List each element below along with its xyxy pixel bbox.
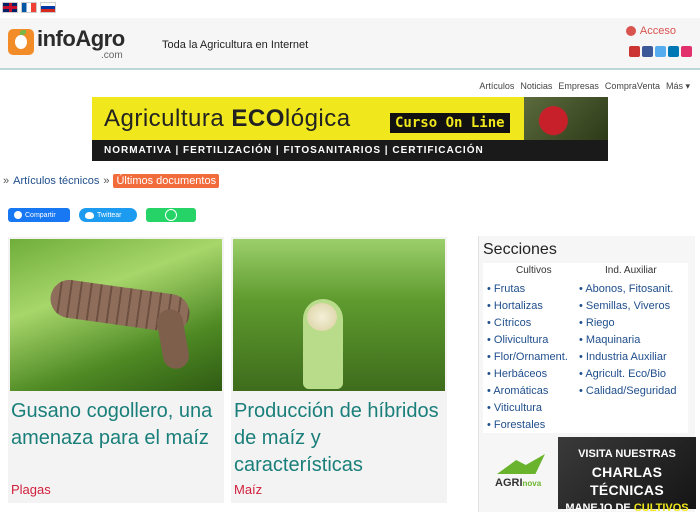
charlas-line-1: VISITA NUESTRAS [578,448,676,460]
charlas-banner[interactable]: VISITA NUESTRAS CHARLAS TÉCNICAS MANEJO … [558,437,696,512]
section-link[interactable]: Aromáticas [487,383,568,400]
site-logo[interactable]: infoAgro .com [8,26,125,61]
twitter-icon[interactable] [655,46,666,57]
section-link[interactable]: Cítricos [487,315,568,332]
section-link[interactable]: Riego [579,315,676,332]
login-link[interactable]: Acceso [625,25,676,37]
cultivos-header: Cultivos [516,265,552,276]
article-category[interactable]: Plagas [11,482,51,497]
section-link[interactable]: Flor/Ornament. [487,349,568,366]
site-tagline: Toda la Agricultura en Internet [162,39,309,51]
nav-item-compraventa[interactable]: CompraVenta [605,81,660,92]
article-card[interactable]: Producción de híbridos de maíz y caracte… [231,237,447,503]
youtube-icon[interactable] [629,46,640,57]
charlas-line-2: CHARLAS TÉCNICAS [590,464,664,498]
facebook-icon [14,211,22,219]
sections-title: Secciones [483,241,557,258]
nav-item-empresas[interactable]: Empresas [558,81,599,92]
breadcrumb-prefix: » [3,175,10,187]
article-title[interactable]: Gusano cogollero, una amenaza para el ma… [11,398,221,452]
agrinova-logo[interactable]: AGRInova [493,454,551,494]
brand-name: infoAgro [37,26,125,51]
section-link[interactable]: Herbáceos [487,366,568,383]
facebook-share-button[interactable]: Compartir [8,208,70,222]
language-selector [2,2,56,14]
nav-item-noticias[interactable]: Noticias [520,81,552,92]
logo-icon [8,29,34,55]
main-nav: Artículos Noticias Empresas CompraVenta … [479,81,690,92]
login-label: Acceso [639,25,676,37]
article-title[interactable]: Producción de híbridos de maíz y caracte… [234,398,444,479]
section-link[interactable]: Semillas, Viveros [579,298,676,315]
banner-image [524,97,608,140]
article-card[interactable]: Gusano cogollero, una amenaza para el ma… [8,237,224,503]
course-banner[interactable]: Agricultura ECOlógica Curso On Line NORM… [92,97,608,161]
banner-topics: NORMATIVA | FERTILIZACIÓN | FITOSANITARI… [92,140,608,161]
brand-suffix: .com [100,50,123,61]
section-link[interactable]: Forestales [487,417,568,434]
sidebar: Secciones Cultivos Ind. Auxiliar Frutas … [478,236,696,512]
facebook-share-label: Compartir [25,211,56,219]
auxiliar-list: Abonos, Fitosanit. Semillas, Viveros Rie… [579,281,676,400]
twitter-share-button[interactable]: Twittear [79,208,137,222]
section-link[interactable]: Frutas [487,281,568,298]
share-buttons: Compartir Twittear [8,208,196,222]
twitter-share-label: Twittear [97,211,122,219]
breadcrumb: » Artículos técnicos » Últimos documento… [3,174,220,188]
uk-flag-icon[interactable] [2,2,18,13]
breadcrumb-current: Últimos documentos [113,174,220,188]
instagram-icon[interactable] [681,46,692,57]
article-image[interactable] [10,239,222,391]
section-link[interactable]: Calidad/Seguridad [579,383,677,400]
section-link[interactable]: Viticultura [487,400,568,417]
charlas-line-3: MANEJO DE CULTIVOS [565,502,689,512]
whatsapp-icon [165,209,177,221]
section-link[interactable]: Abonos, Fitosanit. [579,281,676,298]
section-link[interactable]: Hortalizas [487,298,568,315]
banner-title: Agricultura ECOlógica [104,105,351,132]
section-link[interactable]: Industria Auxiliar [579,349,676,366]
sections-box: Cultivos Ind. Auxiliar Frutas Hortalizas… [483,263,688,433]
twitter-icon [85,211,94,219]
site-header: infoAgro .com Toda la Agricultura en Int… [0,18,700,70]
agrinova-leaf-icon [497,454,545,474]
social-links [629,46,692,57]
breadcrumb-separator: » [103,175,110,187]
user-icon [625,26,636,36]
cultivos-list: Frutas Hortalizas Cítricos Olivicultura … [487,281,568,434]
france-flag-icon[interactable] [21,2,37,13]
article-image[interactable] [233,239,445,391]
breadcrumb-link[interactable]: Artículos técnicos [13,175,99,187]
russia-flag-icon[interactable] [40,2,56,13]
section-link[interactable]: Maquinaria [579,332,676,349]
linkedin-icon[interactable] [668,46,679,57]
section-link[interactable]: Olivicultura [487,332,568,349]
nav-item-mas[interactable]: Más ▾ [666,81,690,92]
auxiliar-header: Ind. Auxiliar [605,265,657,276]
article-category[interactable]: Maíz [234,482,262,497]
facebook-icon[interactable] [642,46,653,57]
nav-item-articulos[interactable]: Artículos [479,81,514,92]
whatsapp-share-button[interactable] [146,208,196,222]
banner-course-label: Curso On Line [390,113,510,133]
section-link[interactable]: Agricult. Eco/Bio [579,366,676,383]
